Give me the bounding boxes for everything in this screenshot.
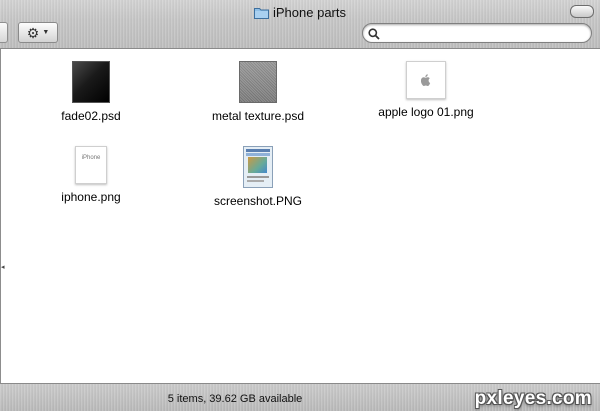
apple-logo-thumbnail-icon [406, 61, 446, 99]
toolbar: iPhone parts ⚙ ▼ [0, 0, 600, 49]
file-item[interactable]: apple logo 01.png [366, 61, 486, 119]
file-name: fade02.psd [61, 109, 121, 123]
file-name: metal texture.psd [211, 109, 305, 123]
search-icon [368, 27, 380, 40]
finder-window: iPhone parts ⚙ ▼ ◂ fade02.psd metal text… [0, 0, 600, 411]
file-item[interactable]: iPhone iphone.png [31, 146, 151, 204]
toolbar-toggle-button[interactable] [570, 5, 594, 18]
chevron-down-icon: ▼ [42, 29, 50, 36]
title-bar: iPhone parts [0, 3, 600, 21]
window-title: iPhone parts [273, 4, 346, 20]
resize-arrow-icon: ◂ [1, 264, 5, 271]
file-browser-content: ◂ fade02.psd metal texture.psd apple log… [0, 49, 600, 383]
file-name: screenshot.PNG [213, 194, 303, 208]
search-input[interactable] [362, 23, 592, 43]
iphone-thumbnail-icon: iPhone [75, 146, 107, 184]
file-item[interactable]: screenshot.PNG [198, 146, 318, 208]
gear-icon: ⚙ [26, 24, 40, 41]
folder-icon [254, 6, 269, 19]
watermark: pxleyes.com [474, 388, 592, 409]
psd-thumbnail-icon [72, 61, 110, 103]
file-item[interactable]: fade02.psd [31, 61, 151, 123]
file-item[interactable]: metal texture.psd [198, 61, 318, 123]
screenshot-thumbnail-icon [243, 146, 273, 188]
back-button[interactable] [0, 22, 8, 43]
status-bar: 5 items, 39.62 GB available pxleyes.com [0, 383, 600, 411]
file-name: apple logo 01.png [378, 105, 474, 119]
status-text: 5 items, 39.62 GB available [167, 393, 303, 405]
action-menu-button[interactable]: ⚙ ▼ [18, 22, 58, 43]
psd-thumbnail-icon [239, 61, 277, 103]
file-name: iphone.png [61, 190, 121, 204]
